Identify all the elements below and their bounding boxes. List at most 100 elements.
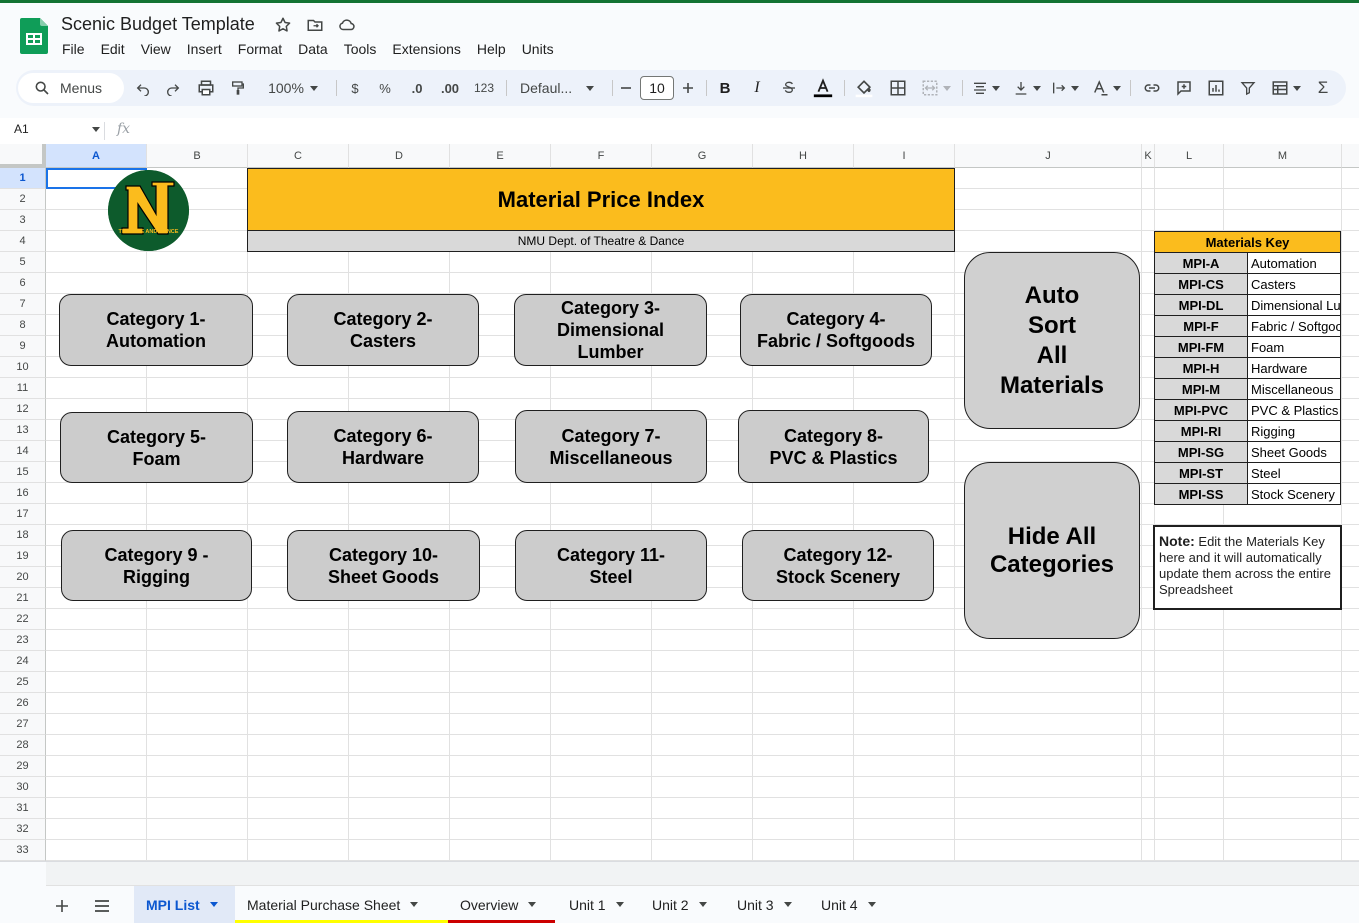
merge-cells-icon[interactable] [918,70,954,106]
menu-file[interactable]: File [62,41,85,57]
row-header[interactable]: 20 [0,567,46,588]
menu-tools[interactable]: Tools [344,41,377,57]
increase-decimal-button[interactable]: .00 [436,70,464,106]
row-header[interactable]: 32 [0,819,46,840]
chevron-down-icon[interactable] [867,902,876,907]
category-2-button[interactable]: Category 2- Casters [287,294,479,366]
row-header[interactable]: 27 [0,714,46,735]
key-code[interactable]: MPI-SG [1154,441,1248,463]
move-folder-icon[interactable] [304,14,326,36]
key-code[interactable]: MPI-PVC [1154,399,1248,421]
key-name[interactable]: Stock Scenery [1247,483,1341,505]
row-header[interactable]: 7 [0,294,46,315]
insert-chart-icon[interactable] [1204,70,1228,106]
row-header[interactable]: 10 [0,357,46,378]
row-header[interactable]: 18 [0,525,46,546]
tab-unit-1[interactable]: Unit 1 [557,886,639,923]
row-header[interactable]: 25 [0,672,46,693]
row-header[interactable]: 22 [0,609,46,630]
category-1-button[interactable]: Category 1- Automation [59,294,253,366]
note-box[interactable]: Note: Edit the Materials Key here and it… [1153,525,1342,610]
key-name[interactable]: PVC & Plastics [1247,399,1341,421]
row-header[interactable]: 33 [0,840,46,861]
key-code[interactable]: MPI-F [1154,315,1248,337]
category-7-button[interactable]: Category 7- Miscellaneous [515,410,707,483]
chevron-down-icon[interactable] [615,902,624,907]
borders-icon[interactable] [886,70,910,106]
row-header[interactable]: 29 [0,756,46,777]
text-wrapping-icon[interactable] [1048,70,1082,106]
sheet-grid[interactable]: A B C D E F G H I J K L M 1 2 3 4 5 6 7 8 9 10 11 1… [0,144,1359,861]
name-box[interactable]: A1 [14,122,29,136]
number-format-button[interactable]: 123 [470,70,498,106]
key-code[interactable]: MPI-CS [1154,273,1248,295]
key-name[interactable]: Casters [1247,273,1341,295]
column-header-c[interactable]: C [248,144,349,168]
row-header[interactable]: 1 [0,168,46,189]
row-header[interactable]: 14 [0,441,46,462]
column-header-k[interactable]: K [1142,144,1155,168]
tab-overview[interactable]: Overview [448,886,555,923]
vertical-align-icon[interactable] [1010,70,1044,106]
row-header[interactable]: 30 [0,777,46,798]
menu-help[interactable]: Help [477,41,506,57]
filter-icon[interactable] [1236,70,1260,106]
key-name[interactable]: Sheet Goods [1247,441,1341,463]
column-header-b[interactable]: B [147,144,248,168]
strikethrough-icon[interactable] [778,70,800,106]
tab-mpi-list[interactable]: MPI List [134,886,235,923]
key-code[interactable]: MPI-H [1154,357,1248,379]
row-header[interactable]: 28 [0,735,46,756]
currency-format-button[interactable]: $ [344,70,366,106]
chevron-down-icon[interactable] [410,902,419,907]
key-name[interactable]: Foam [1247,336,1341,358]
key-code[interactable]: MPI-DL [1154,294,1248,316]
undo-icon[interactable] [132,70,154,106]
category-3-button[interactable]: Category 3- Dimensional Lumber [514,294,707,366]
fill-color-icon[interactable] [852,70,876,106]
row-header[interactable]: 19 [0,546,46,567]
sheets-logo-icon[interactable] [20,18,48,54]
text-color-icon[interactable] [810,70,836,106]
star-icon[interactable] [272,14,294,36]
key-name[interactable]: Automation [1247,252,1341,274]
key-code[interactable]: MPI-RI [1154,420,1248,442]
key-code[interactable]: MPI-FM [1154,336,1248,358]
menu-extensions[interactable]: Extensions [392,41,460,57]
column-header-a[interactable]: A [46,144,147,168]
row-header[interactable]: 15 [0,462,46,483]
hide-all-categories-button[interactable]: Hide All Categories [964,462,1140,639]
decrease-decimal-button[interactable]: .0 [404,70,430,106]
chevron-down-icon[interactable] [528,902,537,907]
chevron-down-icon[interactable] [783,902,792,907]
tab-unit-3[interactable]: Unit 3 [725,886,809,923]
row-header[interactable]: 9 [0,336,46,357]
add-sheet-button[interactable] [50,894,74,918]
menu-units[interactable]: Units [522,41,554,57]
italic-icon[interactable]: I [746,70,768,106]
redo-icon[interactable] [162,70,184,106]
row-header[interactable]: 21 [0,588,46,609]
key-name[interactable]: Steel [1247,462,1341,484]
key-name[interactable]: Fabric / Softgoods [1247,315,1341,337]
row-header[interactable]: 4 [0,231,46,252]
tab-unit-2[interactable]: Unit 2 [640,886,724,923]
column-header-i[interactable]: I [854,144,955,168]
key-code[interactable]: MPI-ST [1154,462,1248,484]
insert-comment-icon[interactable] [1172,70,1196,106]
row-header[interactable]: 31 [0,798,46,819]
category-10-button[interactable]: Category 10- Sheet Goods [287,530,480,601]
row-header[interactable]: 26 [0,693,46,714]
print-icon[interactable] [194,70,218,106]
column-header-j[interactable]: J [955,144,1142,168]
key-code[interactable]: MPI-M [1154,378,1248,400]
horizontal-align-icon[interactable] [968,70,1004,106]
decrease-font-size-button[interactable] [616,70,636,106]
cloud-status-icon[interactable] [336,14,358,36]
row-header[interactable]: 13 [0,420,46,441]
chevron-down-icon[interactable] [92,127,100,132]
document-title[interactable]: Scenic Budget Template [61,14,255,35]
functions-sigma-icon[interactable]: Σ [1312,70,1334,106]
key-code[interactable]: MPI-A [1154,252,1248,274]
bold-icon[interactable]: B [714,70,736,106]
